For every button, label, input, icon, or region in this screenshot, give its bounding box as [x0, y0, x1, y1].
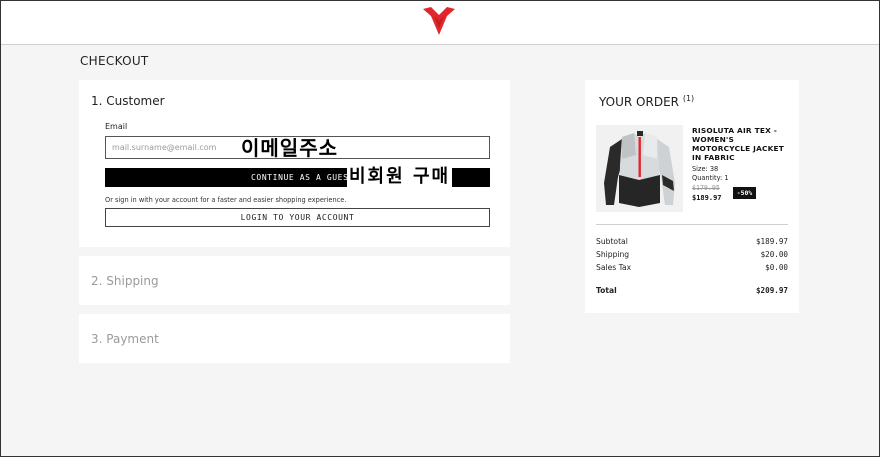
order-title-text: YOUR ORDER	[599, 95, 679, 109]
total-row: Total $209.97	[596, 286, 788, 297]
shipping-value: $20.00	[760, 250, 788, 259]
payment-step-card[interactable]: 3. Payment	[79, 314, 510, 363]
total-value: $209.97	[755, 286, 788, 295]
summary-divider	[596, 224, 788, 225]
order-count: (1)	[682, 94, 695, 103]
page-title: CHECKOUT	[80, 54, 149, 68]
order-title: YOUR ORDER (1)	[599, 94, 695, 109]
site-header	[0, 0, 880, 45]
shipping-row: Shipping $20.00	[596, 250, 788, 261]
sales-tax-row: Sales Tax $0.00	[596, 263, 788, 274]
product-quantity: Quantity: 1	[692, 174, 729, 182]
order-summary-card: YOUR ORDER (1) RISOLUTA AIR TEX - WOMEN'…	[585, 80, 799, 313]
customer-step-card: 1. Customer Email 이메일주소 CONTINUE AS A GU…	[79, 80, 510, 247]
email-annotation: 이메일주소	[241, 136, 338, 160]
login-button[interactable]: LOGIN TO YOUR ACCOUNT	[105, 208, 490, 227]
price-discounted: $189.97	[692, 194, 722, 202]
sales-tax-value: $0.00	[765, 263, 788, 272]
payment-step-title: 3. Payment	[91, 332, 159, 346]
shipping-step-title: 2. Shipping	[91, 274, 159, 288]
subtotal-row: Subtotal $189.97	[596, 237, 788, 248]
signin-note: Or sign in with your account for a faste…	[105, 196, 347, 204]
email-label: Email	[105, 122, 128, 131]
subtotal-label: Subtotal	[596, 237, 628, 246]
guest-annotation: 비회원 구매	[347, 166, 453, 188]
shipping-step-card[interactable]: 2. Shipping	[79, 256, 510, 305]
sales-tax-label: Sales Tax	[596, 263, 632, 272]
shipping-label: Shipping	[596, 250, 630, 259]
customer-step-title: 1. Customer	[91, 94, 165, 108]
total-label: Total	[596, 286, 617, 295]
product-size: Size: 38	[692, 165, 719, 173]
price-original: $179.95	[692, 184, 720, 192]
discount-badge: -50%	[733, 187, 756, 199]
subtotal-value: $189.97	[755, 237, 788, 246]
product-name[interactable]: RISOLUTA AIR TEX - WOMEN'S MOTORCYCLE JA…	[692, 126, 792, 162]
jacket-image[interactable]	[596, 125, 683, 212]
jacket-icon	[596, 125, 683, 212]
dainese-logo-icon[interactable]	[422, 6, 456, 36]
